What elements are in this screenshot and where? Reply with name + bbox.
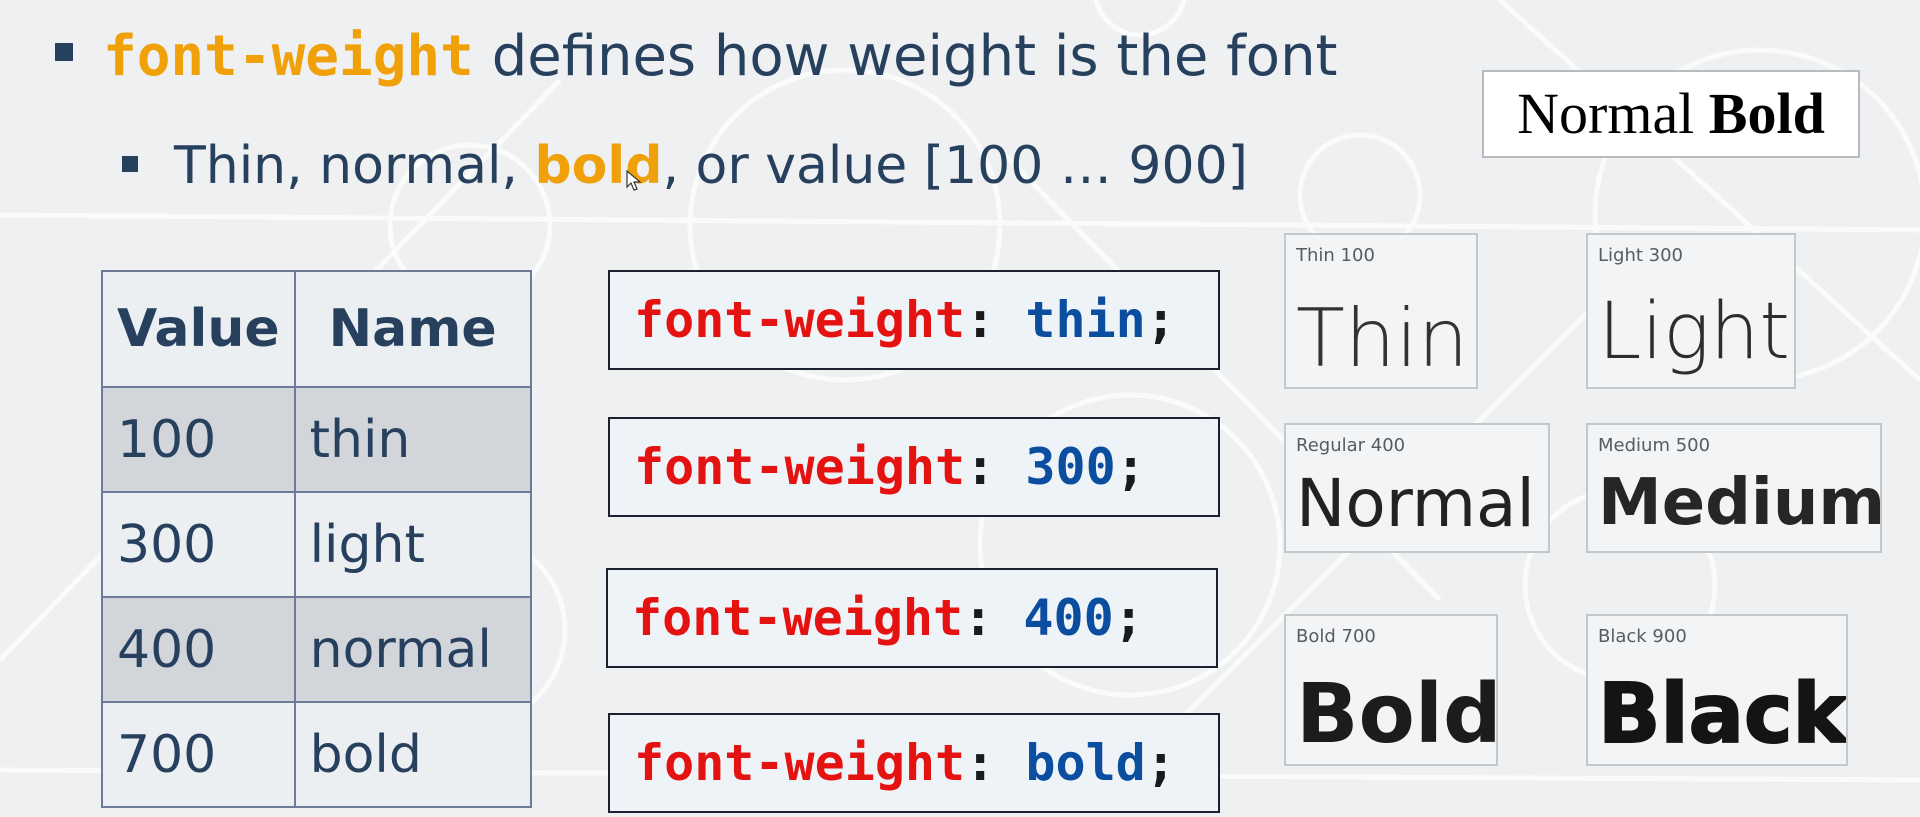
normal-bold-sample: Normal Bold xyxy=(1482,70,1860,158)
normal-sample-text: Normal xyxy=(1517,81,1695,146)
subheading-line: Thin, normal, bold, or value [100 … 900] xyxy=(174,127,1248,205)
mouse-cursor-icon xyxy=(626,170,642,191)
heading-keyword: font-weight xyxy=(103,24,474,89)
table-row: 100 thin xyxy=(101,386,532,493)
weight-values-table: Value Name 100 thin 300 light 400 normal… xyxy=(101,270,532,808)
weight-card-sample: Normal xyxy=(1296,465,1535,542)
table-cell-value: 300 xyxy=(101,491,296,598)
code-value: thin xyxy=(1025,291,1146,349)
code-block-400: font-weight: 400; xyxy=(606,568,1218,668)
weight-card-sample: Black xyxy=(1597,667,1848,762)
bullet-square-icon xyxy=(55,43,73,61)
table-cell-name: light xyxy=(293,491,532,598)
code-property: font-weight xyxy=(632,589,964,647)
weight-card-sample: Thin xyxy=(1296,292,1469,385)
weight-card-thin: Thin 100 Thin xyxy=(1284,233,1478,389)
weight-card-bold: Bold 700 Bold xyxy=(1284,614,1498,766)
table-header-name: Name xyxy=(293,270,532,388)
code-property: font-weight xyxy=(634,291,966,349)
table-cell-value: 100 xyxy=(101,386,296,493)
code-block-thin: font-weight: thin; xyxy=(608,270,1220,370)
code-colon: : xyxy=(965,734,996,792)
table-header-value: Value xyxy=(101,270,296,388)
weight-card-caption: Regular 400 xyxy=(1296,435,1406,456)
code-value: bold xyxy=(1025,734,1146,792)
code-colon: : xyxy=(963,589,994,647)
weight-card-sample: Light xyxy=(1598,287,1790,377)
code-value: 300 xyxy=(1025,438,1116,496)
table-cell-name: thin xyxy=(293,386,532,493)
code-property: font-weight xyxy=(634,438,966,496)
heading-text: defines how weight is the font xyxy=(491,24,1338,89)
code-colon: : xyxy=(965,291,996,349)
weight-card-regular: Regular 400 Normal xyxy=(1284,423,1550,553)
bullet-square-icon xyxy=(122,156,138,172)
weight-card-caption: Black 900 xyxy=(1598,626,1687,647)
code-property: font-weight xyxy=(634,734,966,792)
table-row: 700 bold xyxy=(101,701,532,808)
weight-card-light: Light 300 Light xyxy=(1586,233,1796,389)
code-block-300: font-weight: 300; xyxy=(608,417,1220,517)
code-value: 400 xyxy=(1023,589,1114,647)
weight-card-caption: Light 300 xyxy=(1598,245,1683,266)
code-semicolon: ; xyxy=(1145,734,1176,792)
bold-sample-text: Bold xyxy=(1708,81,1825,146)
table-row: 400 normal xyxy=(101,596,532,703)
weight-card-sample: Bold xyxy=(1296,667,1498,762)
table-cell-value: 400 xyxy=(101,596,296,703)
table-cell-name: bold xyxy=(293,701,532,808)
weight-card-sample: Medium xyxy=(1598,466,1882,540)
heading-line: font-weight defines how weight is the fo… xyxy=(103,18,1338,96)
subheading-before: Thin, normal, xyxy=(174,136,535,196)
weight-card-caption: Thin 100 xyxy=(1296,245,1375,266)
code-semicolon: ; xyxy=(1115,438,1146,496)
subheading-highlight: bold xyxy=(534,136,663,196)
weight-card-caption: Medium 500 xyxy=(1598,435,1711,456)
weight-card-black: Black 900 Black xyxy=(1586,614,1848,766)
table-header-row: Value Name xyxy=(101,270,532,388)
code-colon: : xyxy=(965,438,996,496)
subheading-after: , or value [100 … 900] xyxy=(662,136,1248,196)
code-semicolon: ; xyxy=(1145,291,1176,349)
table-cell-name: normal xyxy=(293,596,532,703)
table-cell-value: 700 xyxy=(101,701,296,808)
code-semicolon: ; xyxy=(1113,589,1144,647)
weight-card-caption: Bold 700 xyxy=(1296,626,1376,647)
table-row: 300 light xyxy=(101,491,532,598)
weight-card-medium: Medium 500 Medium xyxy=(1586,423,1882,553)
code-block-bold: font-weight: bold; xyxy=(608,713,1220,813)
